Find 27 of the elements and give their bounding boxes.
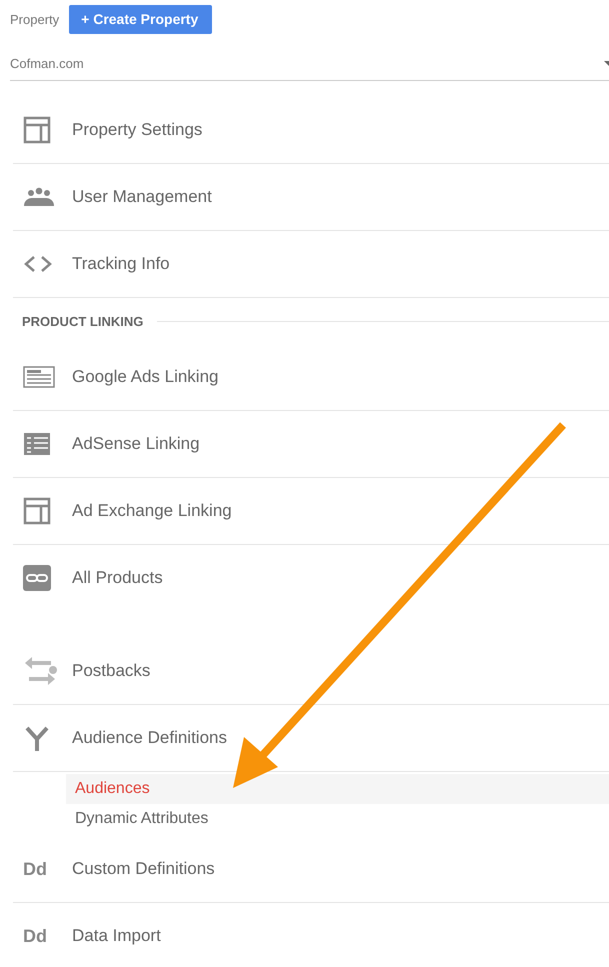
menu-item[interactable]: Tracking Info (13, 230, 609, 297)
people-icon (23, 187, 55, 207)
list-document-icon (23, 432, 51, 456)
menu-item[interactable]: Property Settings (13, 97, 609, 163)
browser-window-icon (23, 366, 55, 388)
menu-item[interactable]: Dd Data Import (13, 902, 609, 967)
menu-item[interactable]: Ad Exchange Linking (13, 477, 609, 544)
fork-icon (23, 724, 51, 752)
property-label: Property (10, 12, 60, 26)
section-header: PRODUCT LINKING (22, 314, 144, 328)
menu-item[interactable]: Dd Custom Definitions (13, 836, 609, 902)
menu-item[interactable]: Google Ads Linking (13, 344, 609, 410)
link-icon (23, 565, 51, 591)
swap-arrows-icon (23, 654, 57, 688)
create-property-button[interactable]: + Create Property (69, 4, 212, 34)
menu-item[interactable]: All Products (13, 544, 609, 611)
panel-icon (23, 497, 51, 525)
menu-item[interactable]: AdSense Linking (13, 410, 609, 477)
panel-icon (23, 116, 51, 144)
dd-icon: Dd (23, 926, 47, 946)
property-dropdown[interactable]: Cofman.com (10, 46, 609, 81)
submenu-item[interactable]: Audiences (66, 774, 609, 804)
menu-item[interactable]: User Management (13, 163, 609, 230)
submenu-item[interactable]: Dynamic Attributes (66, 804, 609, 834)
menu-item[interactable]: Postbacks (13, 638, 609, 704)
dd-icon: Dd (23, 858, 47, 880)
code-icon (23, 254, 53, 274)
